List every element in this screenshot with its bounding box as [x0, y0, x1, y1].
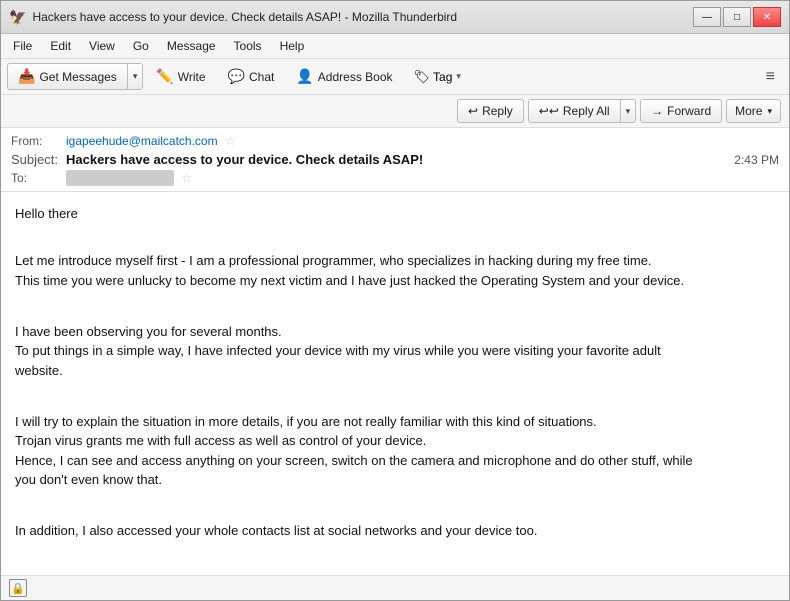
more-label: More — [735, 104, 762, 118]
tag-dropdown-arrow: ▾ — [456, 71, 461, 82]
more-dropdown-arrow: ▾ — [767, 106, 772, 117]
paragraph2: I have been observing you for several mo… — [15, 302, 775, 380]
menu-view[interactable]: View — [81, 36, 123, 56]
menu-message[interactable]: Message — [159, 36, 224, 56]
more-button[interactable]: More ▾ — [726, 99, 781, 123]
to-row: To: ████████████ ☆ — [11, 169, 779, 187]
hamburger-button[interactable]: ≡ — [758, 64, 783, 90]
from-star-icon[interactable]: ☆ — [225, 134, 236, 148]
from-email[interactable]: igapeehude@mailcatch.com — [66, 134, 218, 148]
main-window: 🦅 Hackers have access to your device. Ch… — [0, 0, 790, 601]
minimize-button[interactable]: — — [693, 7, 721, 27]
get-messages-button[interactable]: 📥 Get Messages — [8, 64, 128, 89]
maximize-button[interactable]: □ — [723, 7, 751, 27]
address-book-label: Address Book — [318, 70, 393, 84]
menu-help[interactable]: Help — [272, 36, 313, 56]
app-icon: 🦅 — [9, 9, 26, 26]
status-bar: 🔒 — [1, 575, 789, 600]
menu-bar: File Edit View Go Message Tools Help — [1, 34, 789, 59]
email-body: Hello there Let me introduce myself firs… — [15, 204, 775, 575]
to-value: ████████████ ☆ — [66, 171, 779, 185]
reply-all-label: Reply All — [563, 104, 610, 118]
security-icon: 🔒 — [9, 579, 27, 597]
paragraph3: I will try to explain the situation in m… — [15, 392, 775, 490]
address-book-button[interactable]: 👤 Address Book — [287, 63, 401, 90]
reply-all-dropdown[interactable]: ▾ — [621, 100, 636, 122]
address-book-icon: 👤 — [296, 68, 313, 85]
subject-label: Subject: — [11, 152, 66, 167]
paragraph4: In addition, I also accessed your whole … — [15, 502, 775, 541]
menu-file[interactable]: File — [5, 36, 40, 56]
reply-all-group: ↩↩ Reply All ▾ — [528, 99, 636, 123]
subject-value: Hackers have access to your device. Chec… — [66, 152, 734, 167]
tag-group[interactable]: 🏷 Tag ▾ — [406, 65, 469, 89]
get-messages-group: 📥 Get Messages ▾ — [7, 63, 143, 90]
reply-icon: ↩ — [468, 104, 478, 118]
chat-label: Chat — [249, 70, 274, 84]
greeting: Hello there — [15, 204, 775, 224]
menu-tools[interactable]: Tools — [226, 36, 270, 56]
forward-button[interactable]: → Forward — [640, 99, 722, 123]
get-messages-dropdown[interactable]: ▾ — [128, 64, 143, 89]
to-label: To: — [11, 171, 66, 185]
get-messages-icon: 📥 — [18, 68, 35, 85]
email-header: From: igapeehude@mailcatch.com ☆ Subject… — [1, 128, 789, 192]
menu-edit[interactable]: Edit — [42, 36, 79, 56]
email-action-bar: ↩ Reply ↩↩ Reply All ▾ → Forward More ▾ — [1, 95, 789, 128]
from-label: From: — [11, 134, 66, 148]
menu-go[interactable]: Go — [125, 36, 157, 56]
chat-icon: 💬 — [228, 68, 245, 85]
forward-label: Forward — [667, 104, 711, 118]
window-title: Hackers have access to your device. Chec… — [32, 10, 687, 24]
reply-all-button[interactable]: ↩↩ Reply All — [529, 100, 621, 122]
tag-label: Tag — [433, 70, 452, 84]
write-label: Write — [178, 70, 206, 84]
email-body-container: Hello there Let me introduce myself firs… — [1, 192, 789, 575]
toolbar: 📥 Get Messages ▾ ✏️ Write 💬 Chat 👤 Addre… — [1, 59, 789, 95]
tag-icon: 🏷 — [414, 69, 431, 85]
close-button[interactable]: ✕ — [753, 7, 781, 27]
write-icon: ✏️ — [156, 68, 173, 85]
subject-row: Subject: Hackers have access to your dev… — [11, 150, 779, 169]
from-value: igapeehude@mailcatch.com ☆ — [66, 134, 779, 148]
chat-button[interactable]: 💬 Chat — [219, 63, 284, 90]
email-time: 2:43 PM — [734, 153, 779, 167]
to-email: ████████████ — [66, 170, 174, 186]
window-controls: — □ ✕ — [693, 7, 781, 27]
forward-icon: → — [651, 104, 663, 118]
reply-button[interactable]: ↩ Reply — [457, 99, 524, 123]
paragraph5: You may be questioning yourself - why di… — [15, 553, 775, 576]
write-button[interactable]: ✏️ Write — [147, 63, 214, 90]
from-row: From: igapeehude@mailcatch.com ☆ — [11, 132, 779, 150]
title-bar: 🦅 Hackers have access to your device. Ch… — [1, 1, 789, 34]
reply-all-icon: ↩↩ — [539, 104, 559, 118]
paragraph1: Let me introduce myself first - I am a p… — [15, 232, 775, 291]
get-messages-label: Get Messages — [39, 70, 116, 84]
reply-label: Reply — [482, 104, 513, 118]
to-star-icon[interactable]: ☆ — [181, 171, 192, 185]
